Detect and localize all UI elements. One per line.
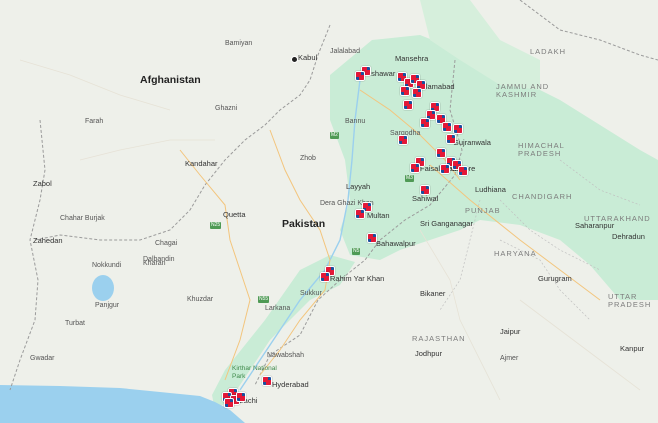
highway-shield-n5: N5: [352, 248, 361, 255]
store-pin[interactable]: [410, 163, 420, 173]
store-pin[interactable]: [412, 88, 422, 98]
city-label-zahedan[interactable]: Zahedan: [33, 237, 63, 245]
highway-shield-n25: N25: [210, 222, 222, 229]
store-pin[interactable]: [436, 148, 446, 158]
afghanistan-pakistan-border: [34, 24, 331, 241]
region-label-himachal-pradesh: HIMACHAL PRADESH: [518, 141, 565, 158]
highway-shield-n55: N55: [258, 296, 270, 303]
city-label-zabol[interactable]: Zabol: [33, 180, 52, 188]
store-pin[interactable]: [400, 86, 410, 96]
region-label-rajasthan: RAJASTHAN: [412, 334, 466, 343]
city-label-larkana[interactable]: Larkana: [265, 305, 290, 313]
city-label-nawabshah[interactable]: Nawabshah: [267, 352, 304, 360]
city-label-turbat[interactable]: Turbat: [65, 320, 85, 328]
highway-shield-m3: M3: [405, 175, 414, 182]
region-label-punjab: PUNJAB: [465, 206, 501, 215]
store-pin[interactable]: [458, 166, 468, 176]
city-label-ludhiana[interactable]: Ludhiana: [475, 186, 506, 194]
city-label-sri-ganganagar[interactable]: Sri Ganganagar: [420, 220, 473, 228]
city-label-jaipur[interactable]: Jaipur: [500, 328, 520, 336]
store-pin[interactable]: [440, 164, 450, 174]
city-label-sukkur[interactable]: Sukkur: [300, 290, 322, 298]
store-pin[interactable]: [420, 185, 430, 195]
store-pin[interactable]: [367, 233, 377, 243]
region-label-uttar-pradesh: UTTAR PRADESH: [608, 292, 652, 309]
city-label-sahiwal[interactable]: Sahiwal: [412, 195, 438, 203]
city-label-layyah[interactable]: Layyah: [346, 183, 370, 191]
city-label-bikaner[interactable]: Bikaner: [420, 290, 445, 298]
map-canvas[interactable]: LADAKH JAMMU AND KASHMIR HIMACHAL PRADES…: [0, 0, 658, 423]
region-label-ladakh: LADAKH: [530, 47, 567, 56]
city-label-ghazni[interactable]: Ghazni: [215, 105, 237, 113]
arabian-sea: [0, 385, 245, 423]
city-label-ajmer[interactable]: Ajmer: [500, 355, 518, 363]
city-label-bamiyan[interactable]: Bamiyan: [225, 40, 252, 48]
city-label-rahim-yar-khan[interactable]: Rahim Yar Khan: [330, 275, 384, 283]
country-label-pakistan: Pakistan: [282, 218, 326, 230]
region-label-haryana: HARYANA: [494, 249, 537, 258]
capital-marker-kabul: [291, 56, 298, 63]
store-pin[interactable]: [224, 398, 234, 408]
city-label-bannu[interactable]: Bannu: [345, 118, 365, 126]
city-label-multan[interactable]: Multan: [367, 212, 390, 220]
store-pin[interactable]: [453, 124, 463, 134]
store-pin[interactable]: [403, 100, 413, 110]
store-pin[interactable]: [355, 71, 365, 81]
store-pin[interactable]: [236, 392, 246, 402]
city-label-bahawalpur[interactable]: Bahawalpur: [376, 240, 416, 248]
city-label-farah[interactable]: Farah: [85, 118, 103, 126]
map-base: [0, 0, 658, 423]
region-label-jammu-kashmir: JAMMU AND KASHMIR: [496, 82, 550, 99]
store-pin[interactable]: [355, 209, 365, 219]
city-label-gurugram[interactable]: Gurugram: [538, 275, 572, 283]
city-label-jalalabad[interactable]: Jalalabad: [330, 48, 360, 56]
city-label-dalbandin[interactable]: Dalbandin: [143, 256, 175, 264]
city-label-gwadar[interactable]: Gwadar: [30, 355, 55, 363]
store-pin[interactable]: [398, 135, 408, 145]
city-label-kabul[interactable]: Kabul: [298, 54, 317, 62]
city-label-kandahar[interactable]: Kandahar: [185, 160, 218, 168]
city-label-quetta[interactable]: Quetta: [223, 211, 246, 219]
city-label-jodhpur[interactable]: Jodhpur: [415, 350, 442, 358]
highway-shield-m2: M2: [330, 132, 339, 139]
city-label-chahar-burjak[interactable]: Chahar Burjak: [60, 215, 105, 223]
country-label-afghanistan: Afghanistan: [140, 74, 201, 86]
city-label-dehradun[interactable]: Dehradun: [612, 233, 645, 241]
city-label-zhob[interactable]: Zhob: [300, 155, 316, 163]
city-label-nokkundi[interactable]: Nokkundi: [92, 262, 121, 270]
city-label-panjgur[interactable]: Panjgur: [95, 302, 119, 310]
city-label-khuzdar[interactable]: Khuzdar: [187, 296, 213, 304]
city-label-chagai[interactable]: Chagai: [155, 240, 177, 248]
store-pin[interactable]: [442, 122, 452, 132]
region-label-chandigarh: CHANDIGARH: [512, 192, 573, 201]
city-label-hyderabad[interactable]: Hyderabad: [272, 381, 309, 389]
store-pin[interactable]: [446, 134, 456, 144]
city-label-mansehra[interactable]: Mansehra: [395, 55, 428, 63]
city-label-kanpur[interactable]: Kanpur: [620, 345, 644, 353]
store-pin[interactable]: [320, 272, 330, 282]
city-label-saharanpur[interactable]: Saharanpur: [575, 222, 614, 230]
lake: [92, 275, 114, 301]
store-pin[interactable]: [262, 376, 272, 386]
iran-border: [9, 119, 46, 391]
store-pin[interactable]: [420, 118, 430, 128]
city-label-gujranwala[interactable]: Gujranwala: [453, 139, 491, 147]
